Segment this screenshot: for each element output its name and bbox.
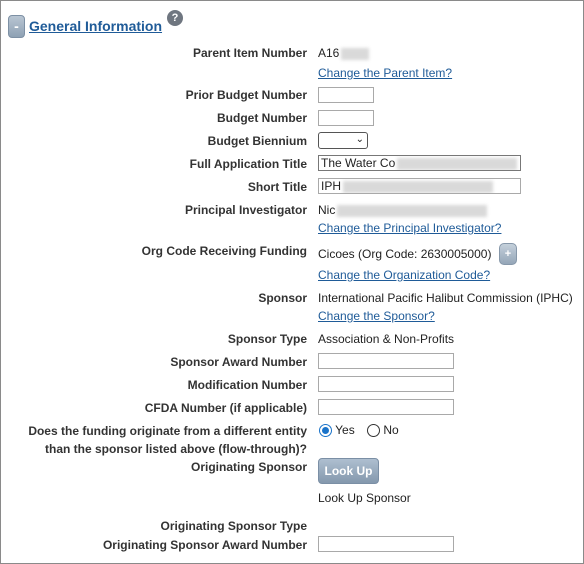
- parent-item-value: A16: [318, 46, 370, 61]
- cfda-input[interactable]: [318, 399, 454, 415]
- org-code-value: Cicoes (Org Code: 2630005000): [318, 247, 492, 261]
- org-code-label: Org Code Receiving Funding: [141, 244, 307, 258]
- change-parent-item-link[interactable]: Change the Parent Item?: [318, 66, 452, 81]
- general-information-panel: - General Information ? Parent Item Numb…: [0, 0, 584, 564]
- full-title-label: Full Application Title: [189, 157, 307, 171]
- flow-through-no-option[interactable]: No: [367, 423, 399, 438]
- change-pi-link[interactable]: Change the Principal Investigator?: [318, 221, 501, 236]
- prior-budget-label: Prior Budget Number: [185, 88, 307, 102]
- full-title-input[interactable]: The Water Co: [318, 155, 521, 171]
- cfda-label: CFDA Number (if applicable): [144, 401, 307, 415]
- budget-biennium-select[interactable]: ⌄: [318, 132, 368, 149]
- budget-number-label: Budget Number: [217, 111, 307, 125]
- sponsor-label: Sponsor: [258, 291, 307, 305]
- yes-radio[interactable]: [319, 424, 332, 438]
- redacted-block: [343, 180, 494, 193]
- modification-label: Modification Number: [187, 378, 307, 392]
- orig-sponsor-award-label: Originating Sponsor Award Number: [102, 538, 307, 552]
- chevron-down-icon: ⌄: [355, 134, 364, 145]
- orig-sponsor-award-input[interactable]: [318, 536, 454, 552]
- look-up-button[interactable]: Look Up: [318, 458, 379, 484]
- change-org-code-link[interactable]: Change the Organization Code?: [318, 268, 490, 283]
- collapse-button[interactable]: -: [8, 15, 25, 38]
- sponsor-type-label: Sponsor Type: [227, 332, 307, 346]
- sponsor-award-input[interactable]: [318, 353, 454, 369]
- parent-item-label: Parent Item Number: [192, 46, 307, 60]
- short-title-input[interactable]: IPH: [318, 178, 521, 194]
- section-title-link[interactable]: General Information: [29, 18, 162, 34]
- short-title-label: Short Title: [247, 180, 307, 194]
- orig-sponsor-value: Look Up Sponsor: [318, 491, 411, 505]
- redacted-block: [397, 157, 518, 170]
- pi-label: Principal Investigator: [184, 203, 307, 217]
- prior-budget-input[interactable]: [318, 87, 374, 103]
- budget-number-input[interactable]: [318, 110, 374, 126]
- pi-value: Nic: [318, 203, 488, 218]
- orig-sponsor-label: Originating Sponsor: [191, 460, 307, 474]
- add-org-code-button[interactable]: +: [499, 243, 517, 265]
- sponsor-award-label: Sponsor Award Number: [170, 355, 307, 369]
- modification-input[interactable]: [318, 376, 454, 392]
- orig-sponsor-type-label: Originating Sponsor Type: [160, 519, 307, 533]
- yes-label: Yes: [335, 423, 355, 437]
- redacted-block: [341, 47, 370, 60]
- flow-through-label-line2: than the sponsor listed above (flow-thro…: [45, 442, 307, 456]
- flow-through-yes-option[interactable]: Yes: [319, 423, 355, 438]
- redacted-block: [337, 204, 488, 217]
- flow-through-label-line1: Does the funding originate from a differ…: [28, 424, 307, 438]
- no-radio[interactable]: [367, 424, 380, 438]
- change-sponsor-link[interactable]: Change the Sponsor?: [318, 309, 435, 324]
- sponsor-type-value: Association & Non-Profits: [318, 332, 455, 346]
- sponsor-value: International Pacific Halibut Commission…: [318, 291, 573, 305]
- no-label: No: [383, 423, 399, 437]
- budget-biennium-label: Budget Biennium: [207, 134, 307, 148]
- help-icon[interactable]: ?: [167, 10, 183, 26]
